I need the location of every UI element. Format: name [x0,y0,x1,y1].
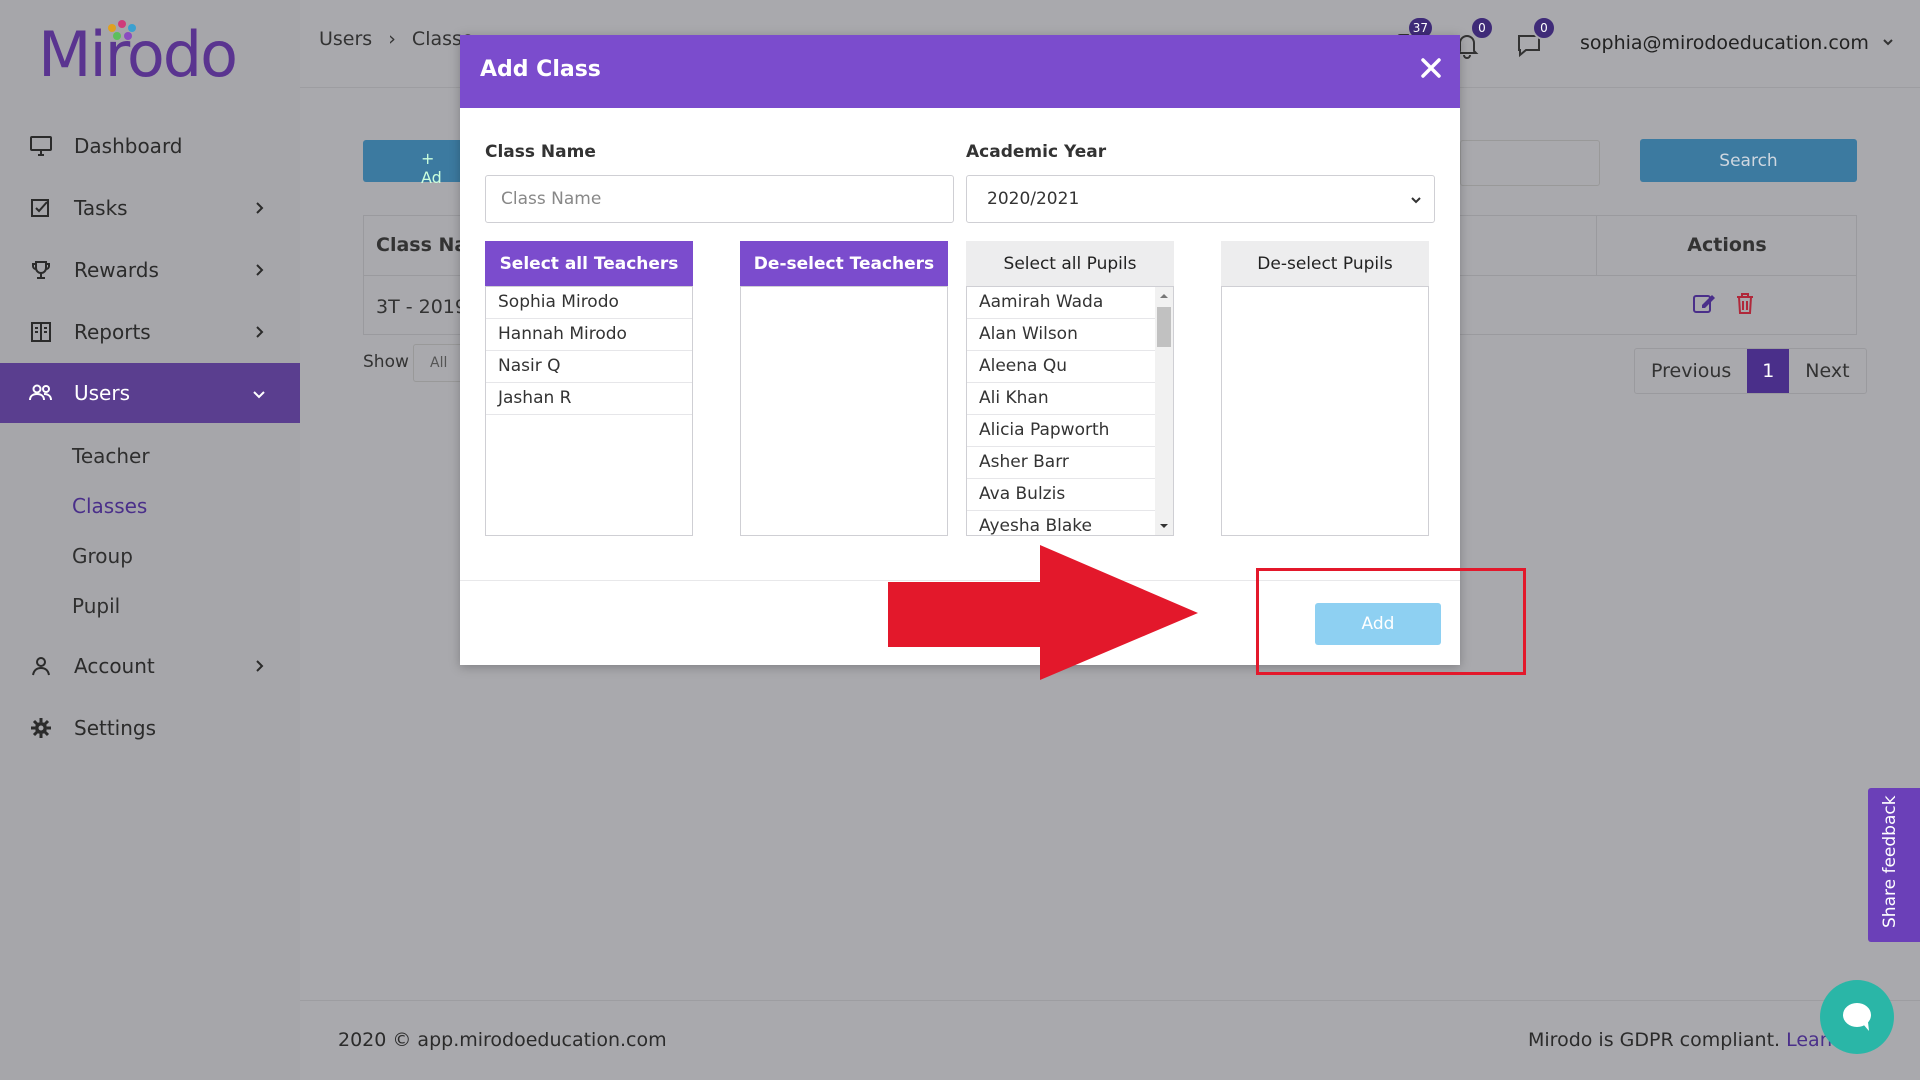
mirodo-logo[interactable]: Mirodo [38,20,238,90]
tasks-icon [28,195,54,221]
select-all-teachers-button[interactable]: Select all Teachers [485,241,693,286]
sidebar-item-users[interactable]: Users [0,363,300,423]
footer-gdpr: Mirodo is GDPR compliant. Learn [1528,1029,1839,1051]
sidebar-item-dashboard[interactable]: Dashboard [0,115,300,177]
show-entries-select[interactable]: All [413,344,463,382]
search-input[interactable] [1460,140,1600,186]
list-item[interactable]: Ayesha Blake [967,511,1173,535]
list-item[interactable]: Asher Barr [967,447,1173,479]
edit-icon[interactable] [1692,291,1718,315]
sidebar-item-label: Tasks [74,196,128,220]
sidebar-item-label: Account [74,654,155,678]
show-label: Show [363,352,409,372]
scroll-up-icon[interactable] [1158,290,1170,302]
notifications-badge: 0 [1470,16,1494,40]
chevron-down-icon [1411,197,1421,204]
sidebar-item-label: Dashboard [74,134,183,158]
scrollbar-thumb[interactable] [1157,307,1171,347]
user-email: sophia@mirodoeducation.com [1580,32,1869,54]
table-cell-class-name: 3T - 2019 [376,296,467,318]
table-header-class-name: Class Na [376,234,468,256]
list-item[interactable]: Aamirah Wada [967,287,1173,319]
selected-teachers-list[interactable] [740,286,948,536]
chat-bubble-icon [1843,1003,1871,1031]
account-icon [28,653,54,679]
class-name-input[interactable] [485,175,954,223]
chat-launcher[interactable] [1820,980,1894,1054]
share-feedback-tab[interactable]: Share feedback [1868,788,1920,942]
deselect-teachers-button[interactable]: De-select Teachers [740,241,948,286]
gdpr-text: Mirodo is GDPR compliant. [1528,1029,1781,1051]
users-icon [28,380,54,406]
academic-year-label: Academic Year [966,142,1107,162]
sidebar-item-label: Reports [74,320,151,344]
pagination: Previous 1 Next [1634,348,1867,394]
pagination-previous[interactable]: Previous [1635,349,1747,393]
sidebar-item-label: Settings [74,716,157,740]
pagination-page-1[interactable]: 1 [1747,349,1790,393]
reports-icon [28,319,54,345]
select-all-pupils-button[interactable]: Select all Pupils [966,241,1174,286]
sidebar-item-tasks[interactable]: Tasks [0,177,300,239]
selected-pupils-list[interactable] [1221,286,1429,536]
logo-text: Mirodo [38,18,238,91]
sidebar-subitem-pupil[interactable]: Pupil [0,581,300,631]
list-item[interactable]: Ava Bulzis [967,479,1173,511]
trash-icon[interactable] [1734,291,1756,315]
close-icon[interactable] [1416,53,1446,83]
modal-header: Add Class [460,35,1460,108]
pupils-scrollbar[interactable] [1155,287,1173,535]
sidebar-item-label: Users [74,381,131,405]
list-item[interactable]: Ali Khan [967,383,1173,415]
annotation-highlight-box [1256,568,1526,675]
class-name-label: Class Name [485,142,596,162]
sidebar: Mirodo Dashboard Tasks Rewards Reports U… [0,0,300,1080]
chevron-down-icon [1883,39,1893,46]
chevron-right-icon [256,202,264,214]
teachers-list[interactable]: Sophia Mirodo Hannah Mirodo Nasir Q Jash… [485,286,693,536]
annotation-arrow-icon [888,545,1198,680]
sidebar-item-settings[interactable]: Settings [0,697,300,759]
modal-title: Add Class [480,57,601,82]
messages-badge: 0 [1532,16,1556,40]
sidebar-subitem-classes[interactable]: Classes [0,481,300,531]
sidebar-nav: Dashboard Tasks Rewards Reports Users Te… [0,115,300,759]
sidebar-item-label: Rewards [74,258,159,282]
sidebar-item-rewards[interactable]: Rewards [0,239,300,301]
gear-icon [28,715,54,741]
search-button[interactable]: Search [1640,139,1857,182]
row-actions [1692,291,1756,315]
list-item[interactable]: Jashan R [486,383,692,415]
sidebar-item-account[interactable]: Account [0,635,300,697]
list-item[interactable]: Aleena Qu [967,351,1173,383]
footer-copyright: 2020 © app.mirodoeducation.com [338,1029,667,1051]
monitor-icon [28,133,54,159]
academic-year-select[interactable]: 2020/2021 [966,175,1435,223]
breadcrumb-users[interactable]: Users [319,28,372,50]
academic-year-value: 2020/2021 [987,189,1080,209]
sidebar-subitem-group[interactable]: Group [0,531,300,581]
breadcrumb-separator: › [388,28,396,50]
user-menu[interactable]: sophia@mirodoeducation.com [1580,32,1895,54]
deselect-pupils-button[interactable]: De-select Pupils [1221,241,1429,286]
chevron-right-icon [256,264,264,276]
list-item[interactable]: Sophia Mirodo [486,287,692,319]
pagination-next[interactable]: Next [1789,349,1865,393]
scroll-down-icon[interactable] [1158,520,1170,532]
pupils-list[interactable]: Aamirah Wada Alan Wilson Aleena Qu Ali K… [966,286,1174,536]
chevron-down-icon [253,391,265,399]
list-item[interactable]: Nasir Q [486,351,692,383]
trophy-icon [28,257,54,283]
breadcrumb: Users › Classe [319,28,484,50]
chevron-right-icon [256,660,264,672]
table-header-actions: Actions [1596,215,1857,275]
list-item[interactable]: Hannah Mirodo [486,319,692,351]
sidebar-subitem-teacher[interactable]: Teacher [0,431,300,481]
list-item[interactable]: Alicia Papworth [967,415,1173,447]
share-feedback-label: Share feedback [1880,795,1900,928]
chevron-right-icon [256,326,264,338]
sidebar-item-reports[interactable]: Reports [0,301,300,363]
messages-button[interactable]: 0 [1514,16,1556,60]
list-item[interactable]: Alan Wilson [967,319,1173,351]
